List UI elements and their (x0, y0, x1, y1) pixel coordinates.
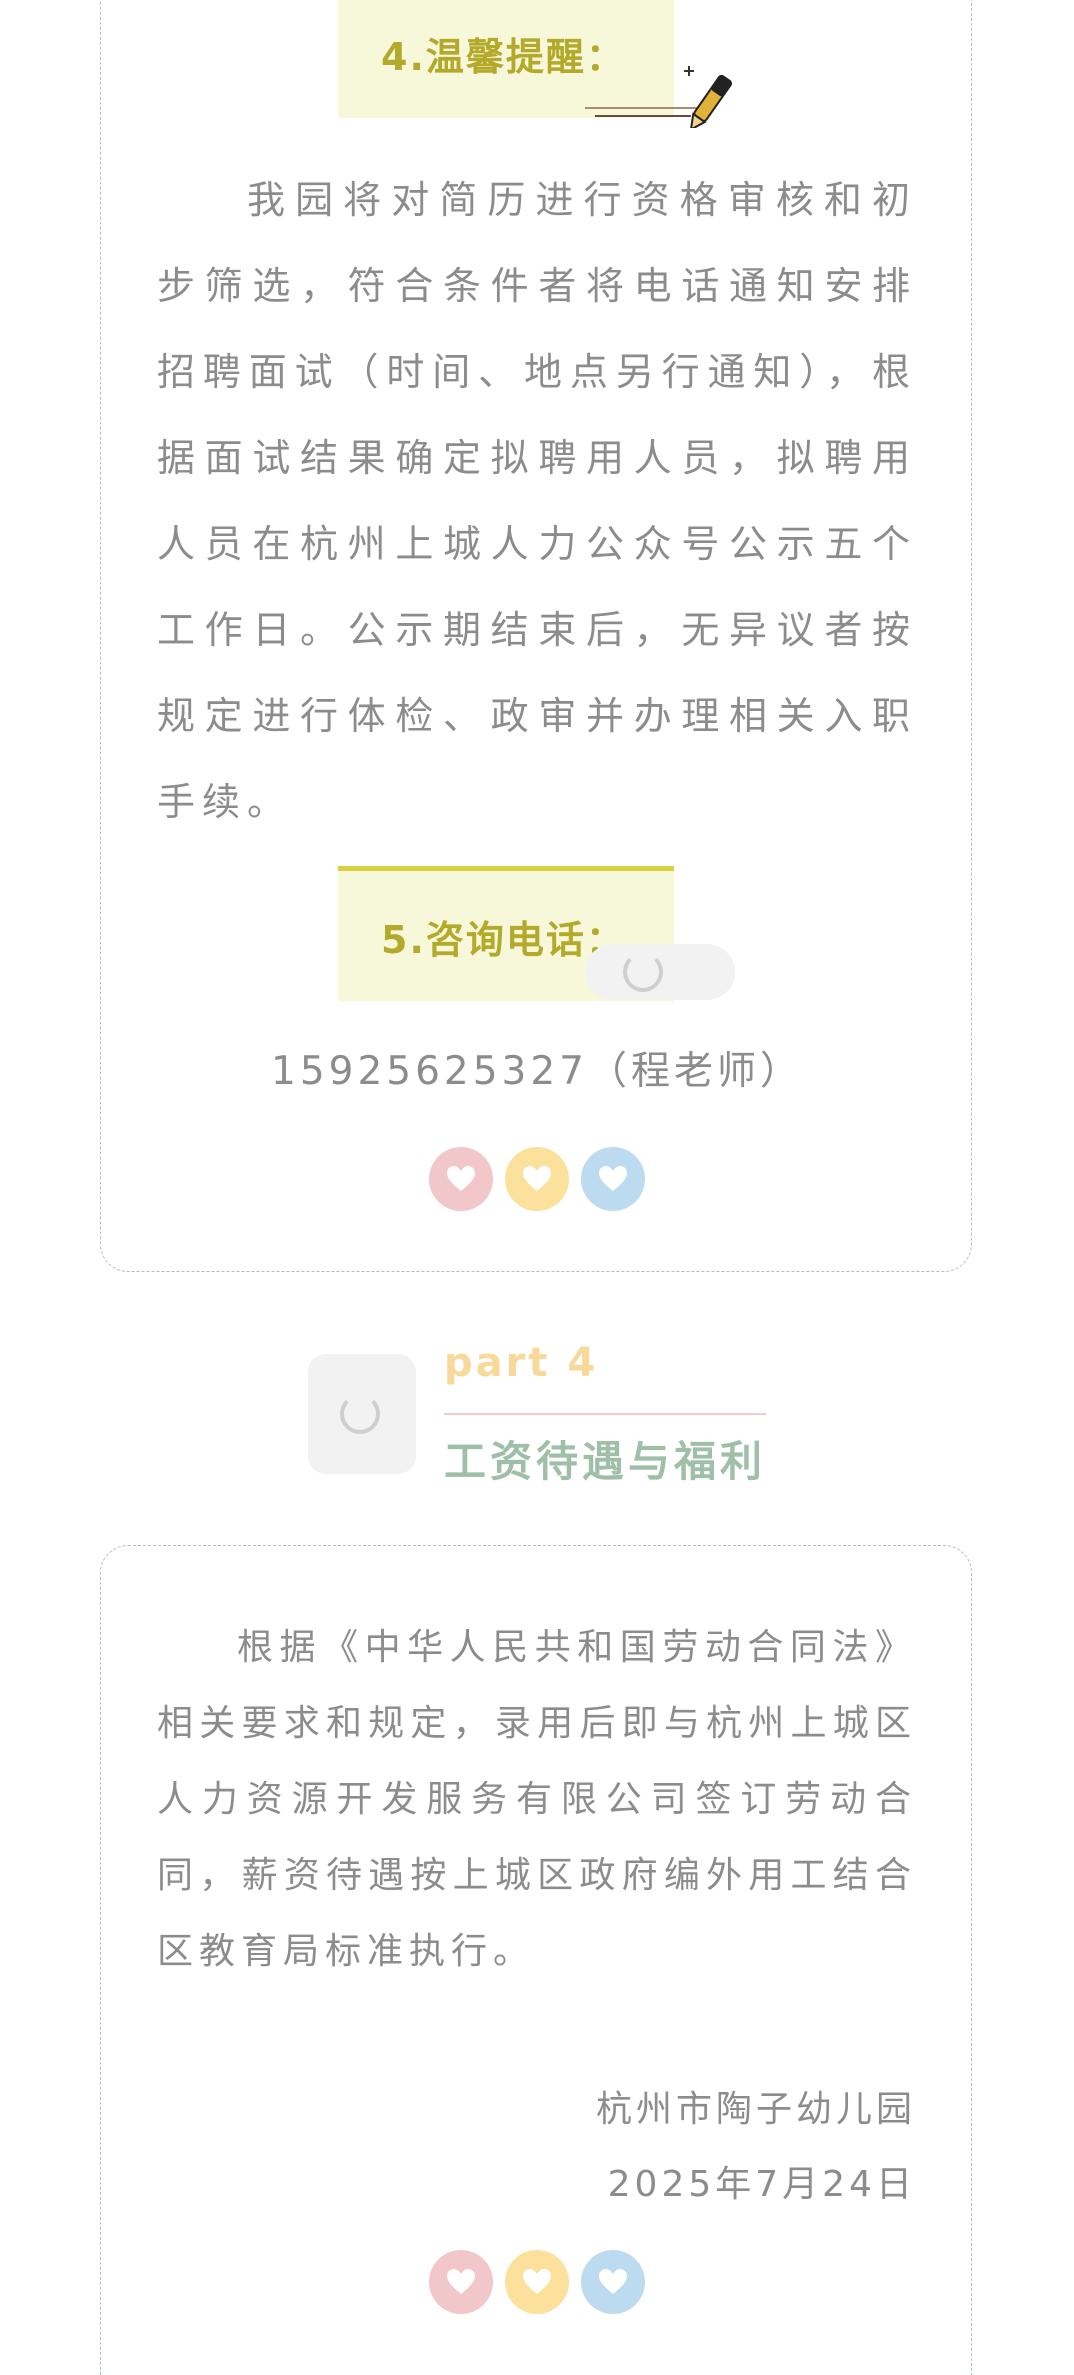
reminder-text: 我园将对简历进行资格审核和初步筛选，符合条件者将电话通知安排招聘面试（时间、地点… (157, 178, 917, 824)
part-title: 工资待遇与福利 (444, 1437, 767, 1486)
salary-text: 根据《中华人民共和国劳动合同法》相关要求和规定，录用后即与杭州上城区人力资源开发… (157, 1627, 917, 1972)
hearts-divider (0, 2250, 1074, 2316)
heart-icon (581, 1147, 645, 1211)
part-label: part 4 (444, 1340, 599, 1386)
contact-phone[interactable]: 15925625327（程老师） (0, 1040, 1074, 1096)
article-page: 4.温馨提醒： 我园将对简历进行资格审核和初步筛选，符合条件者将电话通知安排招聘… (0, 0, 1074, 2375)
loading-spinner-icon (340, 1394, 380, 1434)
heart-icon (581, 2250, 645, 2314)
pen-icon (585, 66, 733, 128)
loading-spinner-icon (623, 952, 663, 992)
heart-icon (429, 1147, 493, 1211)
heart-icon (505, 2250, 569, 2314)
hearts-divider (0, 1147, 1074, 1213)
image-loading-placeholder (308, 1354, 416, 1474)
signature-date: 2025年7月24日 (607, 2164, 916, 2205)
part-divider (444, 1413, 766, 1415)
image-loading-placeholder (585, 944, 735, 1000)
heart-icon (505, 1147, 569, 1211)
signature-org: 杭州市陶子幼儿园 (595, 2089, 916, 2130)
heart-icon (429, 2250, 493, 2314)
